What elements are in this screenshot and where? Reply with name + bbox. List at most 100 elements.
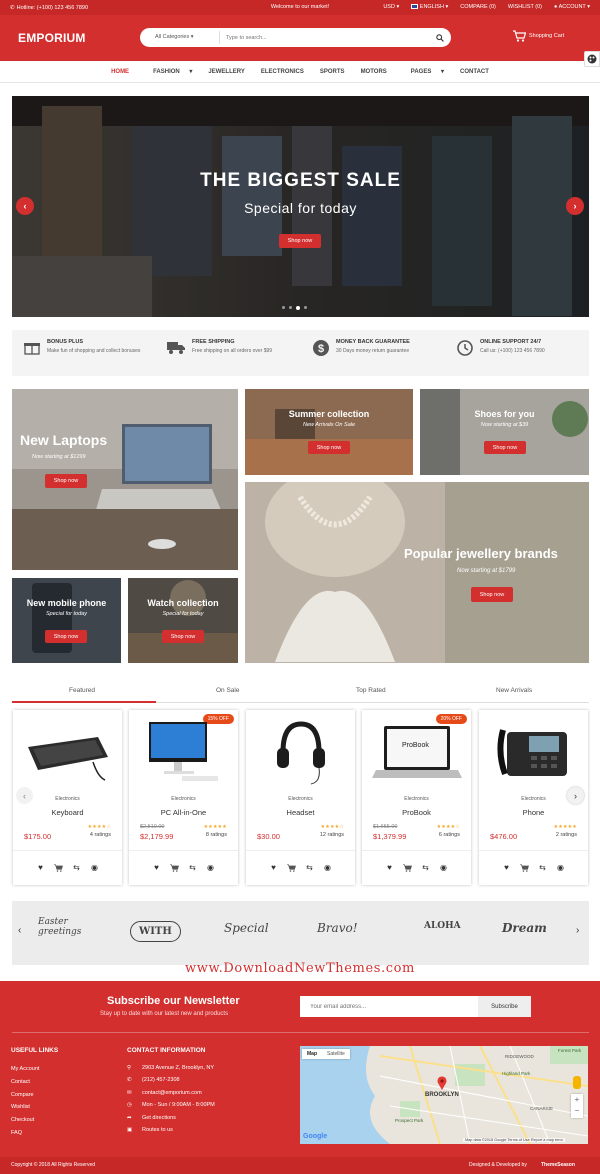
slider-dot[interactable] (282, 306, 285, 309)
compare-icon[interactable]: ⇆ (187, 862, 198, 873)
contact-item[interactable]: ▣ Routes to us (127, 1127, 215, 1133)
products-next-button[interactable]: › (567, 787, 584, 804)
tab-top-rated[interactable]: Top Rated (356, 687, 386, 694)
brand-logo[interactable]: Bravo! (317, 921, 358, 935)
banner-summer-button[interactable]: Shop now (308, 441, 350, 454)
map-marker-icon[interactable] (437, 1076, 447, 1090)
nav-electronics[interactable]: ELECTRONICS (253, 61, 312, 82)
banner-watch[interactable] (128, 578, 238, 663)
wishlist-heart-icon[interactable]: ♥ (151, 862, 162, 873)
location-map[interactable]: Map Satellite BROOKLYN Forest Park Highl… (300, 1046, 588, 1144)
banner-laptops-button[interactable]: Shop now (45, 474, 87, 488)
street-view-pegman-icon[interactable] (573, 1076, 581, 1089)
product-card[interactable]: Electronics Headset $30.00 ★★★★☆ 12 rati… (246, 710, 355, 885)
quick-view-eye-icon[interactable]: ◉ (322, 862, 333, 873)
nav-home[interactable]: HOME (103, 61, 137, 82)
designer-link[interactable]: ThemeSeason (541, 1162, 575, 1168)
nav-contact[interactable]: CONTACT (452, 61, 497, 82)
wishlist-heart-icon[interactable]: ♥ (501, 862, 512, 873)
quick-view-eye-icon[interactable]: ◉ (89, 862, 100, 873)
footer-link[interactable]: FAQ (11, 1130, 39, 1136)
quick-view-eye-icon[interactable]: ◉ (438, 862, 449, 873)
brands-next-button[interactable]: › (576, 925, 579, 936)
rating-stars: ★★★★☆ (436, 824, 460, 830)
compare-icon[interactable]: ⇆ (420, 862, 431, 873)
wishlist-link[interactable]: WISHLIST (0) (508, 4, 542, 10)
tab-on-sale[interactable]: On Sale (216, 687, 240, 694)
product-name[interactable]: Keyboard (13, 808, 122, 817)
nav-jewellery[interactable]: JEWELLERY (200, 61, 252, 82)
slider-dot[interactable] (289, 306, 292, 309)
nav-sports[interactable]: SPORTS (312, 61, 353, 82)
banner-jewellery-button[interactable]: Shop now (471, 587, 513, 602)
product-name[interactable]: PC All-in-One (129, 808, 238, 817)
banner-phone-button[interactable]: Shop now (45, 630, 87, 643)
hero-next-button[interactable]: › (566, 197, 584, 215)
brand-logo[interactable]: Special (224, 921, 269, 935)
zoom-in-button[interactable]: + (571, 1094, 583, 1105)
quick-view-eye-icon[interactable]: ◉ (555, 862, 566, 873)
banner-jewellery[interactable] (245, 482, 589, 663)
language-select[interactable]: ENGLISH ▾ (411, 4, 448, 10)
subscribe-button[interactable]: Subscribe (478, 996, 531, 1017)
banner-laptops-sub: Now starting at $1299 (32, 454, 86, 460)
search-input[interactable] (220, 34, 436, 41)
zoom-out-button[interactable]: − (571, 1105, 583, 1116)
nav-motors[interactable]: MOTORS (353, 61, 395, 82)
brands-prev-button[interactable]: ‹ (18, 925, 21, 936)
add-to-cart-icon[interactable] (169, 862, 180, 873)
banner-summer[interactable] (245, 389, 413, 475)
brand-logo[interactable]: Dream (502, 921, 547, 935)
product-name[interactable]: Headset (246, 808, 355, 817)
compare-icon[interactable]: ⇆ (71, 862, 82, 873)
account-menu[interactable]: ● ACCOUNT ▾ (554, 4, 590, 10)
contact-item[interactable]: ➦ Get directions (127, 1115, 215, 1121)
slider-dot[interactable] (304, 306, 307, 309)
banner-shoes[interactable] (420, 389, 589, 475)
tab-new-arrivals[interactable]: New Arrivals (496, 687, 532, 694)
wishlist-heart-icon[interactable]: ♥ (35, 862, 46, 873)
brand-logo[interactable]: WITH (130, 921, 181, 942)
tab-featured[interactable]: Featured (69, 687, 95, 694)
nav-fashion[interactable]: FASHION ▾ (137, 61, 200, 82)
add-to-cart-icon[interactable] (402, 862, 413, 873)
compare-link[interactable]: COMPARE (0) (460, 4, 496, 10)
footer-link[interactable]: Compare (11, 1092, 39, 1098)
banner-shoes-button[interactable]: Shop now (484, 441, 526, 454)
products-prev-button[interactable]: ‹ (16, 787, 33, 804)
search-icon[interactable] (436, 33, 444, 42)
currency-select[interactable]: USD ▾ (383, 4, 399, 10)
footer-link[interactable]: Checkout (11, 1117, 39, 1123)
brand-logo[interactable]: ALOHA (424, 921, 461, 931)
product-name[interactable]: ProBook (362, 808, 471, 817)
palette-toggle[interactable] (584, 51, 600, 67)
add-to-cart-icon[interactable] (286, 862, 297, 873)
product-name[interactable]: Phone (479, 808, 588, 817)
wishlist-heart-icon[interactable]: ♥ (268, 862, 279, 873)
add-to-cart-icon[interactable] (519, 862, 530, 873)
map-tab-map[interactable]: Map (302, 1049, 322, 1059)
category-select[interactable]: All Categories ▾ (140, 31, 220, 44)
logo[interactable]: EMPORIUM (18, 31, 86, 45)
contact-item[interactable]: ✉ contact@emporium.com (127, 1090, 215, 1096)
product-card[interactable]: 20% OFF ProBook Electronics ProBook $1,6… (362, 710, 471, 885)
add-to-cart-icon[interactable] (53, 862, 64, 873)
compare-icon[interactable]: ⇆ (304, 862, 315, 873)
map-tab-satellite[interactable]: Satellite (322, 1049, 350, 1059)
nav-pages[interactable]: PAGES ▾ (395, 61, 452, 82)
hero-prev-button[interactable]: ‹ (16, 197, 34, 215)
slider-dot-active[interactable] (296, 305, 300, 310)
brand-logo[interactable]: Easter greetings (38, 917, 88, 937)
wishlist-heart-icon[interactable]: ♥ (384, 862, 395, 873)
newsletter-email-input[interactable] (300, 996, 478, 1017)
quick-view-eye-icon[interactable]: ◉ (205, 862, 216, 873)
compare-icon[interactable]: ⇆ (537, 862, 548, 873)
product-card[interactable]: 15% OFF Electronics PC All-in-One $2,510… (129, 710, 238, 885)
shopping-cart[interactable]: Shopping Cart (513, 30, 564, 42)
banner-watch-button[interactable]: Shop now (162, 630, 204, 643)
footer-link[interactable]: Wishlist (11, 1104, 39, 1110)
banner-phone[interactable] (12, 578, 121, 663)
hero-shop-button[interactable]: Shop now (279, 234, 321, 248)
footer-link[interactable]: Contact (11, 1079, 39, 1085)
footer-link[interactable]: My Account (11, 1066, 39, 1072)
